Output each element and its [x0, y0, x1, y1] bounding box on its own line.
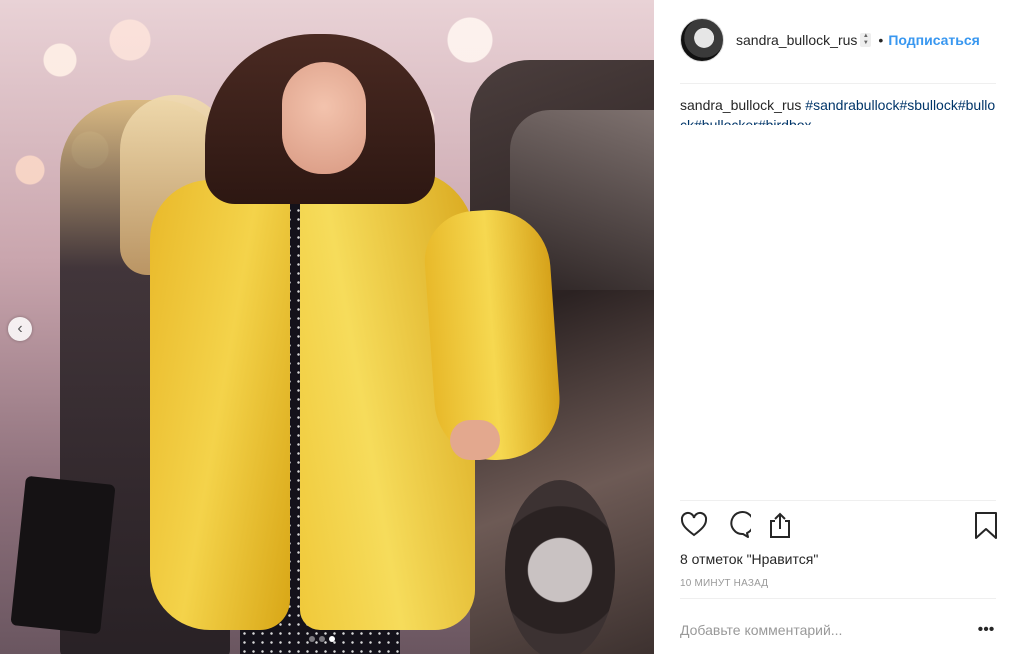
- carousel-dot: [309, 636, 315, 642]
- post-photo[interactable]: ‹: [0, 0, 654, 654]
- post-header: sandra_bullock_rus ▲ ▼ • Подписаться: [680, 18, 996, 62]
- post-sidebar: sandra_bullock_rus ▲ ▼ • Подписаться sand…: [654, 0, 1017, 654]
- carousel-prev-button[interactable]: ‹: [8, 317, 32, 341]
- stepper-icon: ▲ ▼: [860, 33, 872, 47]
- yellow-coat-left: [150, 180, 290, 630]
- follow-button[interactable]: Подписаться: [888, 32, 980, 48]
- face: [282, 62, 366, 174]
- comment-icon[interactable]: [723, 510, 751, 540]
- likes-count[interactable]: 8 отметок "Нравится": [680, 551, 818, 567]
- divider: [680, 598, 996, 599]
- divider: [680, 500, 996, 501]
- carousel-dot: [319, 636, 325, 642]
- separator-dot: •: [878, 32, 884, 48]
- post-timestamp[interactable]: 10 МИНУТ НАЗАД: [680, 578, 768, 589]
- hand: [450, 420, 500, 460]
- heart-icon[interactable]: [680, 510, 708, 540]
- more-options-button[interactable]: •••: [976, 620, 996, 640]
- chevron-left-icon: ‹: [17, 320, 23, 337]
- bookmark-icon[interactable]: [972, 510, 1000, 540]
- post-actions: [680, 510, 997, 542]
- post-caption: sandra_bullock_rus #sandrabullock#sbullo…: [680, 95, 996, 125]
- share-icon[interactable]: [766, 510, 794, 540]
- car-wheel: [505, 480, 615, 654]
- header-username[interactable]: sandra_bullock_rus: [736, 32, 857, 48]
- carousel-dots: [309, 636, 335, 642]
- caption-username[interactable]: sandra_bullock_rus: [680, 97, 801, 113]
- handbag: [10, 475, 116, 635]
- divider: [680, 83, 996, 84]
- carousel-dot-active: [329, 636, 335, 642]
- comment-input[interactable]: [680, 620, 950, 640]
- avatar[interactable]: [680, 18, 724, 62]
